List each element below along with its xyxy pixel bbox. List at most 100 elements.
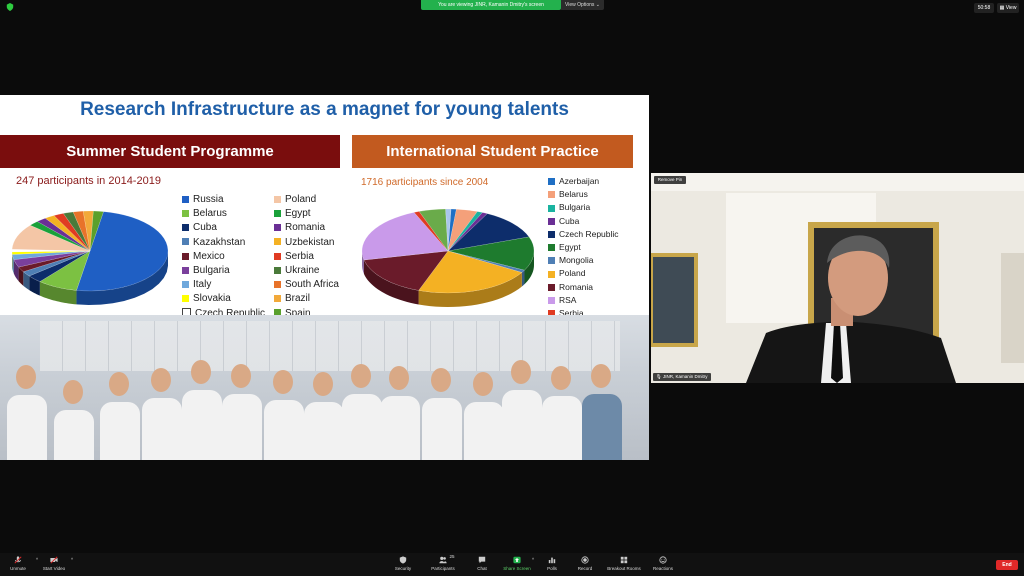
summer-legend-item: Brazil	[274, 293, 310, 305]
practice-legend-item: Romania	[548, 281, 593, 293]
record-label: Record	[577, 566, 593, 571]
practice-legend-swatch	[548, 191, 555, 199]
end-meeting-button[interactable]: End	[996, 560, 1018, 570]
security-button[interactable]: Security	[392, 556, 414, 574]
practice-slice-side-6	[521, 270, 525, 287]
person-head	[231, 364, 251, 388]
practice-legend-label: Czech Republic	[559, 228, 619, 239]
meeting-toolbar: Unmute ^ Start Video ^ Security Particip…	[0, 553, 1024, 576]
person-head	[551, 366, 571, 390]
person-body	[222, 394, 262, 460]
summer-legend-item: Poland	[274, 194, 316, 206]
chat-button[interactable]: Chat	[473, 556, 491, 574]
view-button[interactable]: ▦ View	[997, 3, 1019, 13]
unmute-button[interactable]: Unmute	[6, 556, 30, 574]
person-head	[109, 372, 129, 396]
breakout-rooms-button[interactable]: Breakout Rooms	[603, 556, 645, 574]
meeting-timer: 50:58	[974, 3, 994, 13]
smiley-icon	[659, 556, 667, 564]
speaker-video-feed	[651, 173, 1024, 383]
reactions-label: Reactions	[652, 566, 673, 571]
chat-label: Chat	[477, 566, 487, 571]
practice-legend-item: Cuba	[548, 215, 579, 227]
summer-legend-item: Mexico	[182, 251, 225, 263]
person-head	[431, 368, 451, 392]
breakout-rooms-icon	[620, 556, 628, 564]
top-bar: You are viewing JINR, Kamanin Dmitry's s…	[0, 0, 1024, 13]
viewing-banner: You are viewing JINR, Kamanin Dmitry's s…	[421, 0, 561, 10]
summer-legend-item: Egypt	[274, 208, 311, 220]
summer-legend-label: Romania	[285, 222, 326, 234]
practice-legend-item: Mongolia	[548, 254, 594, 266]
summer-legend-label: Brazil	[285, 293, 311, 305]
practice-participants-text: 1716 participants since 2004	[361, 177, 489, 188]
summer-legend-label: Italy	[193, 279, 212, 291]
practice-legend-label: Romania	[559, 281, 594, 292]
share-screen-icon	[513, 556, 521, 564]
practice-legend-label: Cuba	[559, 215, 580, 226]
polls-button[interactable]: Polls	[543, 556, 561, 574]
summer-legend-label: Mexico	[193, 250, 225, 262]
summer-legend-swatch	[182, 210, 189, 218]
person-head	[389, 366, 409, 390]
video-options-caret[interactable]: ^	[68, 557, 76, 575]
practice-legend-swatch	[548, 178, 555, 186]
summer-legend-swatch	[182, 281, 189, 289]
student-practice-header: International Student Practice	[352, 135, 633, 168]
chevron-up-icon: ^	[70, 557, 74, 562]
summer-legend-label: Serbia	[285, 250, 314, 262]
person-body	[542, 396, 582, 460]
record-button[interactable]: Record	[574, 556, 596, 574]
summer-legend-swatch	[274, 266, 281, 274]
person-head	[151, 368, 171, 392]
participants-count: 25	[449, 554, 455, 559]
practice-legend-swatch	[548, 244, 555, 252]
summer-legend-swatch	[182, 295, 189, 303]
person-head	[273, 370, 293, 394]
practice-legend-item: Bulgaria	[548, 201, 590, 213]
shield-icon[interactable]	[6, 3, 14, 11]
summer-legend-swatch	[182, 224, 189, 232]
start-video-button[interactable]: Start Video	[38, 556, 70, 574]
share-options-caret[interactable]: ^	[529, 557, 537, 575]
chevron-up-icon: ^	[531, 557, 535, 562]
person-head	[591, 364, 611, 388]
reactions-button[interactable]: Reactions	[650, 556, 676, 574]
person-body	[342, 394, 382, 460]
practice-legend-item: Poland	[548, 267, 585, 279]
practice-legend-swatch	[548, 204, 555, 212]
person-body	[142, 398, 182, 460]
summer-legend-swatch	[182, 266, 189, 274]
person-body	[100, 402, 140, 460]
practice-legend-swatch	[548, 283, 555, 291]
summer-legend-label: Kazakhstan	[193, 236, 246, 248]
video-off-icon	[50, 556, 58, 564]
summer-legend-item: South Africa	[274, 279, 339, 291]
chevron-down-icon: ⌄	[595, 2, 600, 8]
polls-label: Polls	[547, 566, 557, 571]
person-body	[54, 410, 94, 460]
remove-pin-button[interactable]: Remove Pin	[654, 176, 686, 184]
person-body	[422, 398, 462, 460]
muted-mic-icon: 🎙	[656, 374, 662, 379]
shield-icon	[399, 556, 407, 564]
person-head	[351, 364, 371, 388]
summer-programme-header: Summer Student Programme	[0, 135, 340, 168]
practice-legend-item: RSA	[548, 294, 576, 306]
summer-legend-label: Uzbekistan	[285, 236, 335, 248]
person-body	[264, 400, 304, 460]
breakout-rooms-label: Breakout Rooms	[607, 566, 641, 571]
summer-legend-label: South Africa	[285, 279, 339, 291]
summer-legend-item: Russia	[182, 194, 224, 206]
start-video-label: Start Video	[42, 566, 66, 571]
view-options-button[interactable]: View Options ⌄	[561, 0, 604, 10]
summer-legend-swatch	[274, 224, 281, 232]
summer-legend-item: Bulgaria	[182, 265, 230, 277]
practice-legend-item: Czech Republic	[548, 228, 619, 240]
summer-legend-item: Kazakhstan	[182, 237, 245, 249]
summer-legend-item: Serbia	[274, 251, 314, 263]
pinned-video[interactable]: Remove Pin 🎙 JINR, Kamanin Dmitry	[651, 173, 1024, 383]
person-body	[7, 395, 47, 460]
person-body	[582, 394, 622, 460]
practice-legend-swatch	[548, 217, 555, 225]
